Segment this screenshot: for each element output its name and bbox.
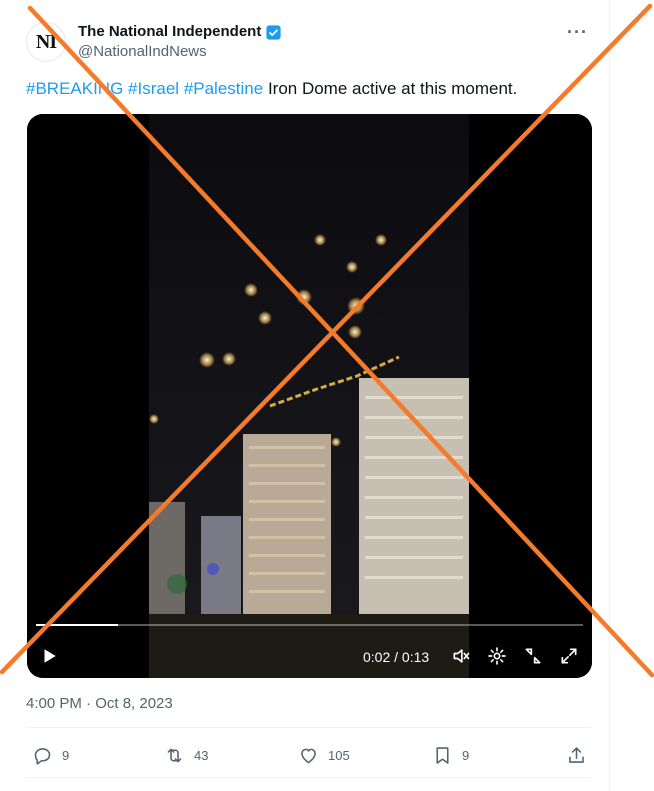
share-button[interactable]	[566, 742, 587, 768]
tweet-header: NI The National Independent @NationalInd…	[26, 20, 596, 64]
hashtag-israel[interactable]: #Israel	[128, 79, 179, 98]
divider	[26, 727, 591, 728]
share-icon	[569, 746, 584, 763]
author-names: The National Independent @NationalIndNew…	[78, 22, 282, 62]
reply-icon	[34, 747, 51, 765]
like-button[interactable]: 105	[298, 742, 350, 768]
tweet-text: #BREAKING #Israel #Palestine Iron Dome a…	[26, 78, 517, 100]
video-progress-fill	[36, 624, 119, 626]
divider	[26, 777, 591, 778]
verified-badge-icon	[266, 24, 281, 40]
retweet-icon	[167, 748, 182, 762]
play-icon[interactable]	[37, 644, 61, 668]
action-bar: 9 43 105 9	[26, 742, 591, 768]
video-progress-bar[interactable]	[36, 624, 583, 626]
avatar[interactable]: NI	[26, 22, 66, 62]
hashtag-breaking[interactable]: #BREAKING	[26, 79, 123, 98]
settings-icon[interactable]	[485, 644, 509, 668]
bookmark-count: 9	[462, 747, 470, 763]
tweet-body: Iron Dome active at this moment.	[267, 79, 518, 98]
bookmark-button[interactable]: 9	[432, 742, 469, 768]
handle[interactable]: @NationalIndNews	[78, 42, 282, 62]
hashtag-palestine[interactable]: #Palestine	[184, 79, 263, 98]
video-controls: 0:02 / 0:13	[27, 638, 592, 674]
retweet-button[interactable]: 43	[164, 742, 208, 768]
bookmark-icon	[436, 746, 449, 764]
more-horizontal-icon[interactable]: ···	[567, 22, 588, 43]
video-time: 0:02 / 0:13	[363, 649, 430, 665]
expand-icon[interactable]	[557, 644, 581, 668]
display-name[interactable]: The National Independent	[78, 22, 261, 42]
tweet-timestamp[interactable]: 4:00 PM · Oct 8, 2023	[26, 694, 173, 714]
volume-icon[interactable]	[449, 644, 473, 668]
display-name-row[interactable]: The National Independent	[78, 22, 282, 42]
video-player[interactable]: 0:02 / 0:13	[27, 114, 592, 678]
exit-fullscreen-corner-icon[interactable]	[521, 644, 545, 668]
heart-icon	[301, 748, 316, 763]
reply-button[interactable]: 9	[32, 742, 69, 768]
reply-count: 9	[62, 747, 70, 763]
like-count: 105	[328, 747, 350, 763]
video-frame	[27, 114, 592, 678]
tweet-card: NI The National Independent @NationalInd…	[0, 0, 610, 791]
retweet-count: 43	[194, 747, 209, 763]
